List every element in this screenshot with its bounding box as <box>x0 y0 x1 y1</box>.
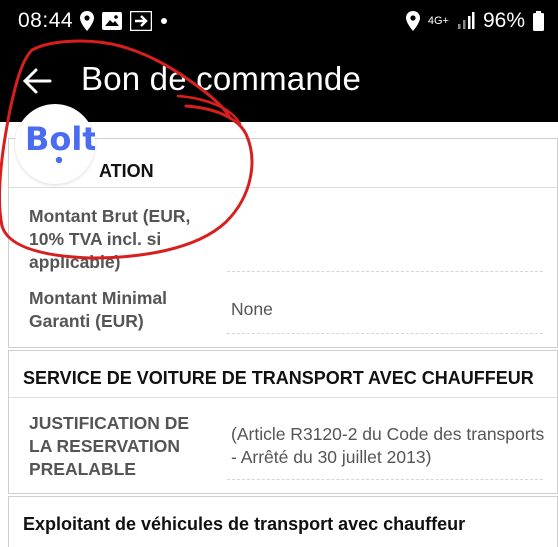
bolt-logo-badge: Bolt <box>15 104 98 184</box>
page-title: Bon de commande <box>81 60 362 97</box>
divider <box>9 397 557 398</box>
divider <box>9 187 557 188</box>
vtc-header: SERVICE DE VOITURE DE TRANSPORT AVEC CHA… <box>23 368 534 388</box>
status-right: 4G+ 96% <box>405 9 544 33</box>
dashed-divider <box>227 479 543 480</box>
status-time: 08:44 <box>18 9 74 32</box>
dashed-divider <box>227 271 543 272</box>
order-content: ATION Montant Brut (EUR, 10% TVA incl. s… <box>0 122 558 547</box>
row-value-montant-minimal: None <box>231 299 273 319</box>
gallery-icon <box>102 12 122 30</box>
battery-icon <box>533 11 544 31</box>
exploitant-card: Exploitant de véhicules de transport ave… <box>8 496 558 547</box>
bolt-logo-text: Bolt <box>25 120 95 158</box>
exploitant-header: Exploitant de véhicules de transport ave… <box>23 514 466 534</box>
notification-icons <box>80 11 168 31</box>
cast-arrow-icon <box>130 11 152 31</box>
dashed-divider <box>227 333 543 334</box>
network-type: 4G+ <box>427 15 449 27</box>
row-label-montant-minimal: Montant Minimal Garanti (EUR) <box>29 288 168 331</box>
dot-icon <box>161 18 167 24</box>
row-label-justification: JUSTIFICATION DE LA RESERVATION PREALABL… <box>29 413 190 479</box>
location-pin-icon <box>80 11 94 31</box>
location-icon <box>405 11 420 31</box>
battery-percent: 96% <box>482 9 525 32</box>
signal-icon <box>457 12 475 29</box>
status-bar: 08:44 4G+ 96% <box>0 0 558 44</box>
back-arrow-icon[interactable] <box>22 66 52 96</box>
row-value-justification: (Article R3120-2 du Code des transports … <box>231 424 545 467</box>
row-label-montant-brut: Montant Brut (EUR, 10% TVA incl. si appl… <box>29 206 191 272</box>
vtc-card: SERVICE DE VOITURE DE TRANSPORT AVEC CHA… <box>8 350 558 494</box>
bolt-logo: Bolt <box>25 120 98 164</box>
tarification-header: ATION <box>99 161 154 181</box>
